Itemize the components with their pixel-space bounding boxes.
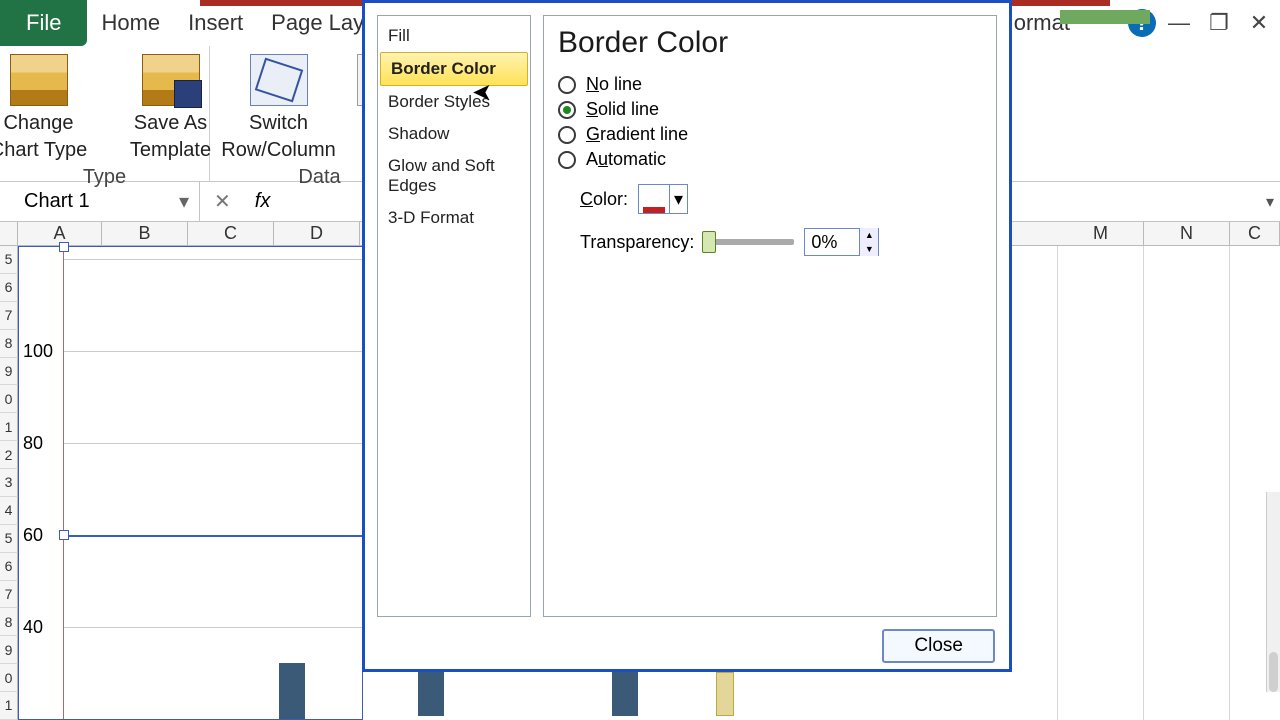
option-gradient-line[interactable]: Gradient line — [558, 124, 982, 145]
row-header[interactable]: 5 — [0, 246, 18, 274]
slider-thumb[interactable] — [702, 231, 716, 253]
ytick: 100 — [23, 341, 63, 362]
tab-home[interactable]: Home — [87, 0, 174, 46]
ytick: 60 — [23, 525, 63, 546]
dialog-category-list: Fill Border Color Border Styles Shadow G… — [377, 15, 531, 617]
row-header[interactable]: 7 — [0, 302, 18, 330]
vertical-scrollbar[interactable] — [1266, 492, 1280, 692]
expand-formula-bar-icon[interactable]: ▾ — [1266, 192, 1280, 212]
cat-glow[interactable]: Glow and Soft Edges — [378, 150, 530, 202]
dialog-title: Border Color — [558, 26, 982, 60]
row-header[interactable]: 2 — [0, 441, 18, 469]
transparency-slider[interactable] — [704, 239, 794, 245]
tab-insert[interactable]: Insert — [174, 0, 257, 46]
name-box[interactable]: Chart 1▾ — [0, 182, 200, 221]
row-header[interactable]: 7 — [0, 581, 18, 609]
cat-border-styles[interactable]: Border Styles — [378, 86, 530, 118]
cat-shadow[interactable]: Shadow — [378, 118, 530, 150]
embedded-chart[interactable]: 100 80 60 40 — [18, 246, 363, 720]
close-window-icon[interactable]: ✕ — [1242, 6, 1276, 40]
chevron-down-icon[interactable]: ▾ — [669, 185, 687, 213]
transparency-input[interactable] — [805, 232, 859, 253]
spin-down-icon[interactable]: ▼ — [860, 242, 878, 256]
cat-border-color[interactable]: Border Color — [380, 52, 528, 86]
option-automatic[interactable]: Automatic — [558, 149, 982, 170]
row-header[interactable]: 5 — [0, 525, 18, 553]
row-header[interactable]: 6 — [0, 553, 18, 581]
row-header[interactable]: 3 — [0, 469, 18, 497]
paint-bucket-icon — [639, 185, 669, 213]
cancel-formula-icon[interactable]: ✕ — [214, 189, 231, 214]
row-header[interactable]: 0 — [0, 385, 18, 413]
row-header[interactable]: 1 — [0, 692, 18, 720]
minimize-icon[interactable]: — — [1162, 6, 1196, 40]
row-header[interactable]: 8 — [0, 330, 18, 358]
ytick: 80 — [23, 433, 63, 454]
row-header[interactable]: 8 — [0, 608, 18, 636]
transparency-spinner[interactable]: ▲▼ — [804, 228, 879, 256]
save-as-template-button[interactable]: Save As Template — [116, 54, 226, 164]
cat-3d-format[interactable]: 3-D Format — [378, 202, 530, 234]
option-no-line[interactable]: No line — [558, 74, 982, 95]
chart-bar[interactable] — [716, 672, 734, 716]
row-header[interactable]: 1 — [0, 413, 18, 441]
switch-icon — [250, 54, 308, 106]
row-header[interactable]: 4 — [0, 497, 18, 525]
color-picker-button[interactable]: ▾ — [638, 184, 688, 214]
dialog-main-pane: Border Color No line Solid line Gradient… — [543, 15, 997, 617]
chart-icon — [10, 54, 68, 106]
fx-icon[interactable]: fx — [255, 190, 271, 213]
cat-fill[interactable]: Fill — [378, 20, 530, 52]
chart-bar[interactable] — [279, 663, 305, 719]
row-header[interactable]: 6 — [0, 274, 18, 302]
change-chart-type-button[interactable]: Change Chart Type — [0, 54, 94, 164]
row-header[interactable]: 0 — [0, 664, 18, 692]
row-header[interactable]: 9 — [0, 636, 18, 664]
group-label-data: Data — [298, 164, 340, 193]
row-header[interactable]: 9 — [0, 358, 18, 386]
ytick: 40 — [23, 617, 63, 638]
color-label: Color: — [580, 189, 628, 210]
switch-row-column-button[interactable]: Switch Row/Column — [224, 54, 334, 164]
restore-icon[interactable]: ❐ — [1202, 6, 1236, 40]
file-tab[interactable]: File — [0, 0, 87, 46]
transparency-label: Transparency: — [580, 232, 694, 253]
option-solid-line[interactable]: Solid line — [558, 99, 982, 120]
format-dialog: Fill Border Color Border Styles Shadow G… — [362, 0, 1012, 672]
select-all-corner[interactable] — [0, 222, 18, 245]
chevron-down-icon[interactable]: ▾ — [179, 189, 189, 214]
spin-up-icon[interactable]: ▲ — [860, 228, 878, 242]
close-button[interactable]: Close — [882, 629, 995, 663]
save-icon — [142, 54, 200, 106]
